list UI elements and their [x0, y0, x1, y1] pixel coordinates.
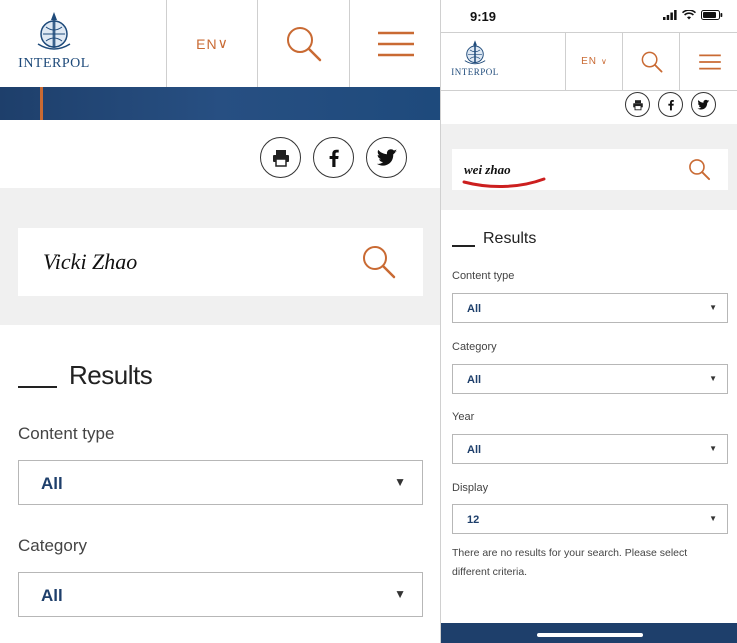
print-icon — [272, 149, 289, 167]
chevron-down-icon: ▼ — [709, 514, 717, 523]
language-label: EN — [196, 35, 218, 52]
search-button[interactable] — [257, 0, 350, 87]
print-icon — [632, 99, 643, 110]
language-selector[interactable]: EN ∨ — [565, 33, 623, 90]
results-title: Results — [483, 230, 537, 247]
menu-icon — [698, 54, 721, 69]
content-type-label: Content type — [18, 424, 115, 443]
share-bar — [625, 92, 716, 117]
print-button[interactable] — [260, 137, 301, 178]
category-select[interactable]: All ▼ — [452, 364, 728, 394]
results-title: Results — [69, 360, 153, 390]
status-time: 9:19 — [470, 9, 497, 24]
select-value: All — [467, 374, 482, 386]
signal-icon — [663, 10, 677, 20]
print-button[interactable] — [625, 92, 650, 117]
bottom-bar — [441, 623, 737, 643]
search-section: Vicki Zhao — [0, 188, 440, 325]
results-heading: Results — [452, 230, 536, 248]
select-value: All — [41, 474, 63, 493]
select-value: All — [41, 586, 63, 605]
chevron-down-icon: ▼ — [709, 444, 717, 453]
share-bar — [260, 137, 407, 178]
wifi-icon — [682, 10, 696, 20]
select-value: 12 — [467, 514, 480, 526]
display-select[interactable]: 12 ▼ — [452, 504, 728, 534]
display-label: Display — [452, 482, 489, 494]
red-underline-annotation — [462, 177, 546, 188]
twitter-icon — [376, 148, 397, 166]
search-query-text: Vicki Zhao — [43, 249, 138, 274]
chevron-down-icon: ▼ — [709, 303, 717, 312]
no-results-message: There are no results for your search. Pl… — [452, 547, 688, 578]
status-bar: 9:19 — [441, 0, 737, 32]
logo-text: INTERPOL — [451, 67, 499, 77]
language-selector[interactable]: EN ∨ — [166, 0, 258, 87]
search-icon — [287, 26, 322, 61]
battery-icon — [701, 10, 723, 20]
search-field[interactable]: wei zhao — [452, 149, 728, 190]
right-screenshot: 9:19 INTERPOL EN ∨ wei zhao Results Cont… — [440, 0, 737, 643]
menu-button[interactable] — [679, 33, 737, 90]
category-label: Category — [452, 341, 497, 353]
hero-band — [0, 87, 440, 120]
search-section: wei zhao — [441, 124, 737, 210]
site-header: INTERPOL EN ∨ — [441, 32, 737, 91]
select-value: All — [467, 303, 482, 315]
search-icon[interactable] — [361, 244, 397, 280]
chevron-down-icon: ▼ — [394, 475, 406, 489]
results-heading: Results — [18, 360, 153, 391]
chevron-down-icon: ∨ — [217, 35, 229, 51]
search-icon — [641, 51, 662, 72]
chevron-down-icon: ▼ — [709, 374, 717, 383]
content-type-select[interactable]: All ▼ — [452, 293, 728, 323]
year-label: Year — [452, 411, 475, 423]
interpol-logo[interactable]: INTERPOL — [449, 39, 501, 77]
status-icons — [663, 10, 723, 20]
results-dash — [452, 245, 475, 247]
twitter-share-button[interactable] — [366, 137, 407, 178]
facebook-icon — [667, 99, 674, 110]
year-select[interactable]: All ▼ — [452, 434, 728, 464]
content-type-select[interactable]: All ▼ — [18, 460, 423, 505]
twitter-icon — [697, 99, 710, 109]
interpol-logo[interactable]: INTERPOL — [14, 10, 94, 72]
twitter-share-button[interactable] — [691, 92, 716, 117]
logo-text: INTERPOL — [18, 56, 90, 71]
language-label: EN — [581, 56, 598, 67]
select-value: All — [467, 444, 482, 456]
interpol-logo-icon — [37, 12, 71, 50]
results-dash — [18, 385, 57, 388]
home-indicator[interactable] — [537, 633, 643, 637]
menu-icon — [377, 31, 414, 56]
menu-button[interactable] — [349, 0, 440, 87]
band-accent — [40, 87, 43, 120]
content-type-label: Content type — [452, 270, 515, 282]
search-icon[interactable] — [688, 158, 711, 181]
facebook-share-button[interactable] — [313, 137, 354, 178]
category-label: Category — [18, 536, 87, 555]
left-screenshot: INTERPOL EN ∨ Vicki Zhao Results Content… — [0, 0, 440, 643]
chevron-down-icon: ▼ — [394, 587, 406, 601]
search-button[interactable] — [622, 33, 680, 90]
facebook-share-button[interactable] — [658, 92, 683, 117]
facebook-icon — [329, 149, 339, 167]
site-header: INTERPOL EN ∨ — [0, 0, 440, 88]
interpol-logo-icon — [464, 40, 486, 65]
chevron-down-icon: ∨ — [601, 57, 608, 66]
search-field[interactable]: Vicki Zhao — [18, 228, 423, 296]
category-select[interactable]: All ▼ — [18, 572, 423, 617]
